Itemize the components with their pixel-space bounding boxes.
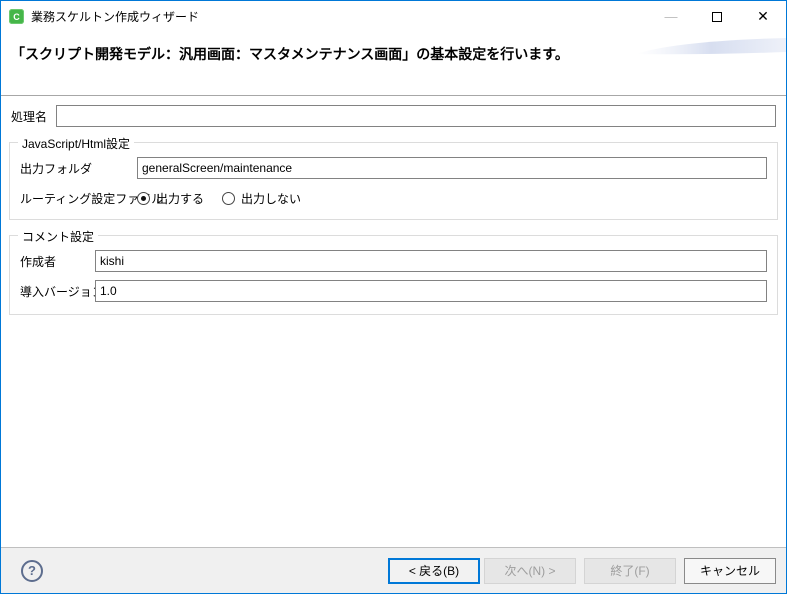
window-title: 業務スケルトン作成ウィザード — [31, 10, 200, 24]
button-bar: ? < 戻る(B) 次へ(N) > 終了(F) キャンセル — [1, 547, 786, 593]
help-button[interactable]: ? — [21, 559, 43, 582]
wizard-banner: 「スクリプト開発モデル：汎用画面：マスタメンテナンス画面」の基本設定を行います。 — [1, 32, 786, 96]
output-folder-label: 出力フォルダ — [20, 161, 93, 176]
radio-output-yes-label: 出力する — [156, 192, 205, 206]
minimize-button[interactable]: — — [648, 1, 694, 32]
wizard-dialog: C 業務スケルトン作成ウィザード — ✕ 「スクリプト開発モデル：汎用画面：マス… — [0, 0, 787, 594]
app-icon: C — [9, 9, 24, 24]
author-input[interactable] — [95, 250, 767, 272]
back-button[interactable]: < 戻る(B) — [388, 557, 480, 584]
output-folder-row: 出力フォルダ — [20, 157, 767, 179]
close-button[interactable]: ✕ — [740, 1, 786, 32]
next-button[interactable]: 次へ(N) > — [484, 557, 576, 584]
maximize-icon — [712, 11, 722, 22]
comment-group: コメント設定 作成者 導入バージョン — [9, 228, 778, 315]
radio-output-yes[interactable]: 出力する — [137, 190, 204, 207]
routing-file-radio-group: 出力する 出力しない — [137, 190, 301, 207]
javascript-html-group: JavaScript/Html設定 出力フォルダ ルーティング設定ファイル 出力… — [9, 135, 778, 220]
output-folder-input[interactable] — [137, 157, 767, 179]
comment-group-title: コメント設定 — [18, 228, 99, 245]
radio-selected-icon — [137, 192, 150, 205]
author-row: 作成者 — [20, 250, 767, 272]
help-icon: ? — [28, 563, 36, 578]
footer-buttons: < 戻る(B) 次へ(N) > 終了(F) キャンセル — [388, 557, 776, 584]
javascript-html-group-title: JavaScript/Html設定 — [18, 135, 135, 152]
author-label: 作成者 — [20, 254, 57, 269]
process-name-row: 処理名 — [11, 105, 776, 127]
version-label: 導入バージョン — [20, 284, 104, 299]
process-name-input[interactable] — [56, 105, 776, 127]
radio-unselected-icon — [222, 192, 236, 205]
minimize-icon: — — [664, 9, 678, 24]
form-area: 処理名 JavaScript/Html設定 出力フォルダ ルーティング設定ファイ… — [1, 96, 786, 547]
routing-file-label: ルーティング設定ファイル — [20, 192, 164, 206]
radio-output-no[interactable]: 出力しない — [222, 190, 301, 207]
process-name-label: 処理名 — [11, 109, 48, 124]
version-row: 導入バージョン — [20, 280, 767, 302]
routing-file-row: ルーティング設定ファイル 出力する 出力しない — [20, 190, 767, 207]
radio-output-no-label: 出力しない — [241, 192, 302, 206]
close-icon: ✕ — [757, 8, 769, 24]
banner-swoosh — [636, 38, 786, 55]
version-input[interactable] — [95, 280, 767, 302]
finish-button[interactable]: 終了(F) — [584, 557, 676, 584]
maximize-button[interactable] — [694, 1, 740, 32]
cancel-button[interactable]: キャンセル — [684, 557, 776, 584]
title-bar: C 業務スケルトン作成ウィザード — ✕ — [1, 1, 786, 32]
